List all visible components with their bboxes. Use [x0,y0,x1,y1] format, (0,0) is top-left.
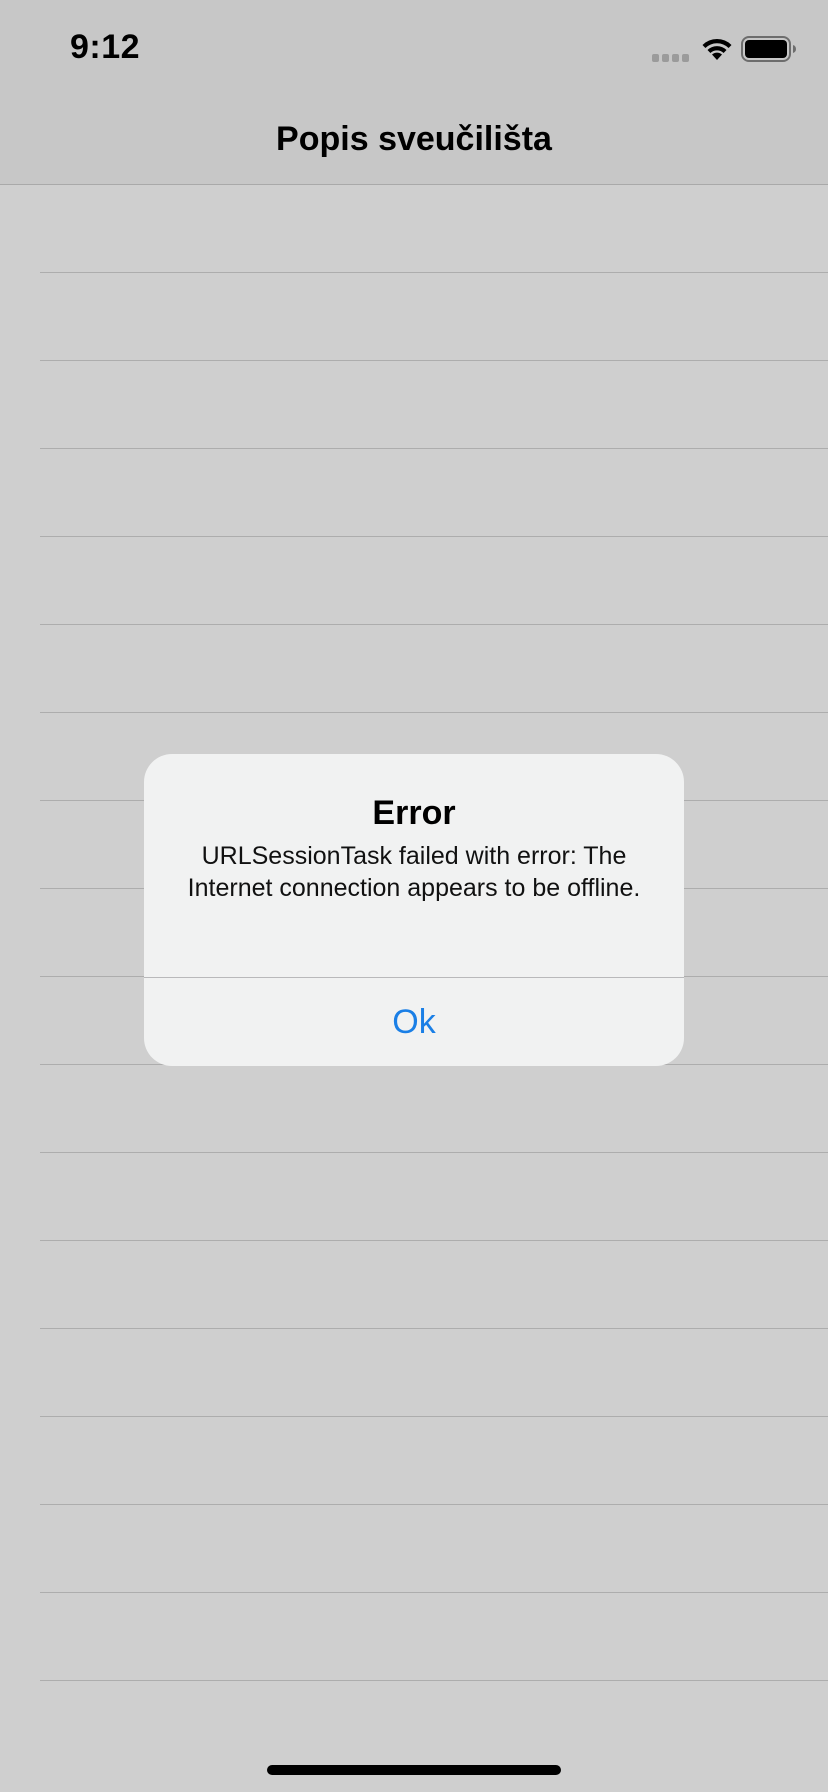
status-time: 9:12 [70,28,141,66]
table-row-separator [40,360,828,361]
battery-icon [741,36,796,62]
status-bar: 9:12 [0,0,828,96]
alert-title: Error [372,794,456,832]
table-row-separator [40,448,828,449]
alert-message: URLSessionTask failed with error: The In… [187,842,641,902]
table-row-separator [40,536,828,537]
table-row-separator [40,624,828,625]
table-row-separator [40,1152,828,1153]
navigation-bar: Popis sveučilišta [0,96,828,185]
table-row-separator [40,1504,828,1505]
error-alert: Error URLSessionTask failed with error: … [144,754,684,1066]
wifi-icon [702,38,732,60]
table-row-separator [40,1416,828,1417]
table-row-separator [40,712,828,713]
table-row-separator [40,1592,828,1593]
table-row-separator [40,272,828,273]
signal-bars-icon [652,54,690,62]
table-row-separator [40,1680,828,1681]
page-title: Popis sveučilišta [276,120,552,158]
ok-button[interactable]: Ok [144,978,684,1066]
home-indicator[interactable] [267,1765,561,1775]
table-row-separator [40,1328,828,1329]
table-row-separator [40,1240,828,1241]
